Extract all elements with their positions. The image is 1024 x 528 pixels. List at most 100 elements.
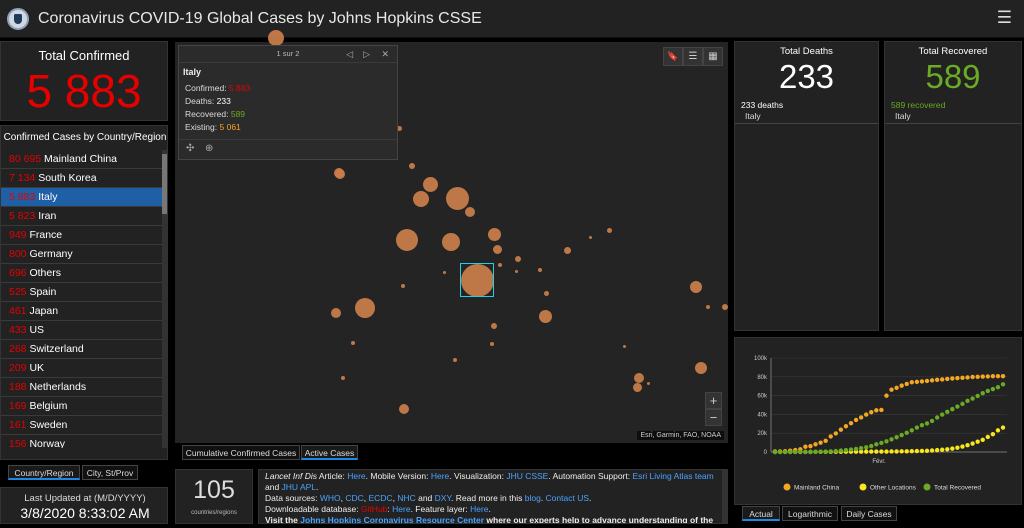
case-bubble[interactable] [490,342,494,346]
case-bubble[interactable] [622,344,626,348]
jhu-csse-link[interactable]: JHU CSSE [506,471,548,481]
case-bubble[interactable] [543,290,549,296]
case-bubble[interactable] [445,186,469,210]
case-bubble[interactable] [409,163,415,169]
case-bubble[interactable] [413,191,429,207]
case-bubble[interactable] [706,305,710,309]
bookmark-icon[interactable]: 🔖 [663,47,683,66]
case-bubble[interactable] [268,30,284,46]
zoom-to-icon[interactable]: ⊕ [205,143,213,154]
contact-link[interactable]: Contact US [546,493,589,503]
github-here-link[interactable]: Here [392,504,410,514]
case-bubble[interactable] [498,263,502,267]
case-bubble[interactable] [695,362,707,374]
case-bubble[interactable] [538,309,552,323]
country-row[interactable]: 461 Japan [1,302,164,321]
info-line-3: Downloadable database: GitHub: Here. Fea… [265,504,491,514]
country-row[interactable]: 209 UK [1,359,164,378]
case-bubble[interactable] [563,246,571,254]
mobile-link[interactable]: Here [431,471,449,481]
case-bubble[interactable] [538,268,542,272]
country-row[interactable]: 169 Belgium [1,397,164,416]
resource-center-link[interactable]: Johns Hopkins Coronavirus Resource Cente… [300,515,484,523]
case-bubble[interactable] [588,235,592,239]
chart-tab-daily-cases[interactable]: Daily Cases [841,506,897,521]
popup-deaths-value: 233 [216,96,231,106]
last-updated-value: 3/8/2020 8:33:02 AM [20,505,150,521]
tab-active-cases[interactable]: Active Cases [301,445,358,460]
article-link[interactable]: Here [347,471,365,481]
case-bubble[interactable] [341,376,345,380]
country-row[interactable]: 800 Germany [1,245,164,264]
tab-city-state-prov[interactable]: City, St/Prov [82,465,138,480]
case-bubble[interactable] [514,269,518,273]
chart-tab-logarithmic[interactable]: Logarithmic [782,506,838,521]
case-bubble[interactable] [351,341,355,345]
case-bubble[interactable] [492,244,502,254]
tab-cumulative-confirmed[interactable]: Cumulative Confirmed Cases [182,445,300,460]
case-bubble[interactable] [632,382,642,392]
case-bubble[interactable] [422,176,438,192]
country-row[interactable]: 525 Spain [1,283,164,302]
case-bubble[interactable] [491,323,497,329]
case-bubble[interactable] [399,404,409,414]
case-bubble[interactable] [355,298,375,318]
list-icon[interactable]: ☰ [683,47,703,66]
case-bubble[interactable] [331,308,341,318]
tab-country-region[interactable]: Country/Region [8,465,80,480]
country-row[interactable]: 7 134 South Korea [1,169,164,188]
country-row[interactable]: 188 Netherlands [1,378,164,397]
country-row[interactable]: 156 Norway [1,435,164,448]
legend-marker [923,483,931,491]
case-bubble[interactable] [606,227,612,233]
cases-chart: 0 20k 40k 60k 80k 100k Févr. Mainland China Othe… [754,356,1007,492]
country-row[interactable]: 696 Others [1,264,164,283]
who-link[interactable]: WHO [320,493,341,503]
case-bubble[interactable] [396,229,418,251]
esri-link[interactable]: Esri Living Atlas team [632,471,713,481]
ecdc-link[interactable]: ECDC [368,493,392,503]
info-scrollbar[interactable] [722,470,727,523]
legend-label: Other Locations [870,485,917,492]
case-bubble[interactable] [722,304,728,310]
country-row[interactable]: 268 Switzerland [1,340,164,359]
case-bubble[interactable] [646,381,650,385]
case-bubble[interactable] [335,169,345,179]
country-name: France [29,229,63,241]
zoom-in-button[interactable]: + [705,392,722,409]
nhc-link[interactable]: NHC [397,493,415,503]
case-bubble[interactable] [487,227,501,241]
case-bubble[interactable] [690,281,702,293]
case-bubble[interactable] [453,358,457,362]
country-row[interactable]: 80 695 Mainland China [1,150,164,169]
country-row[interactable]: 161 Sweden [1,416,164,435]
case-bubble[interactable] [465,207,475,217]
case-bubble[interactable] [634,373,644,383]
case-bubble[interactable] [442,233,460,251]
case-bubble[interactable] [401,284,405,288]
country-row[interactable]: 949 France [1,226,164,245]
pan-icon[interactable]: ✣ [186,143,194,154]
cdc-link[interactable]: CDC [345,493,363,503]
feature-layer-link[interactable]: Here [470,504,488,514]
blog-link[interactable]: blog [525,493,541,503]
country-list-scrollbar[interactable] [162,150,167,448]
next-icon[interactable]: ▷ [363,46,370,62]
case-bubble[interactable] [442,270,446,274]
country-row[interactable]: 5 883 Italy [1,188,164,207]
menu-icon[interactable]: ☰ [997,8,1012,28]
zoom-out-button[interactable]: − [705,409,722,426]
close-icon[interactable]: ✕ [381,46,389,62]
chart-tab-actual[interactable]: Actual [742,506,780,521]
github-link[interactable]: GitHub [361,504,387,514]
countries-count-panel: 105 countries/regions [175,469,253,524]
grid-icon[interactable]: ▦ [703,47,723,66]
jhu-apl-link[interactable]: JHU APL [282,482,317,492]
dxy-link[interactable]: DXY [435,493,451,503]
country-row[interactable]: 433 US [1,321,164,340]
data-point [955,404,960,409]
country-row[interactable]: 5 823 Iran [1,207,164,226]
case-bubble[interactable] [515,256,521,262]
prev-icon[interactable]: ◁ [346,46,353,62]
data-point [919,379,925,384]
